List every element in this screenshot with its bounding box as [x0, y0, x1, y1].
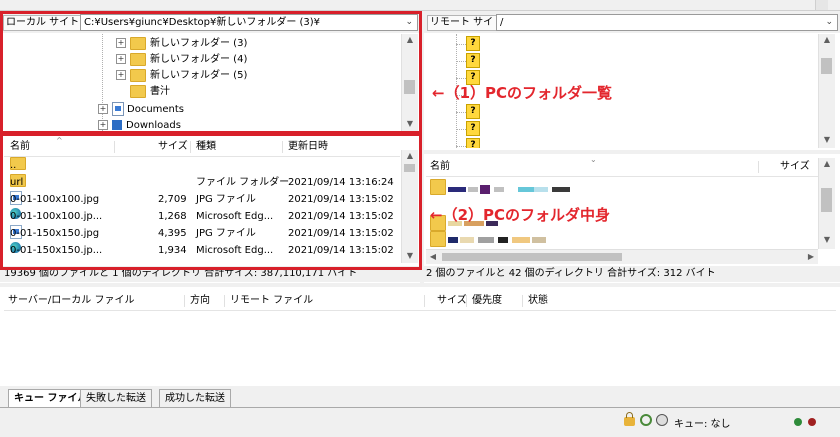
redacted-name: [468, 187, 478, 192]
scroll-down-icon[interactable]: ▼: [819, 134, 835, 146]
redacted-name: [552, 187, 570, 192]
redacted-name: [494, 187, 504, 192]
unknown-folder-icon: ?: [466, 53, 480, 68]
redacted-name: [498, 237, 508, 243]
tree-item-unknown[interactable]: ?: [466, 104, 480, 120]
redacted-name: [448, 237, 458, 243]
remote-list-scrollbar[interactable]: ▲ ▼: [818, 158, 835, 249]
remote-file-list-header: 名前 ⌄ サイズ: [426, 155, 818, 177]
queue-header: サーバー/ローカル ファイル 方向 リモート ファイル サイズ 優先度 状態: [4, 292, 836, 311]
column-size[interactable]: サイズ: [780, 158, 810, 176]
redacted-name: [478, 237, 494, 243]
chevron-down-icon[interactable]: ⌄: [825, 15, 833, 30]
message-log-scrollbar[interactable]: [815, 0, 828, 10]
transfer-queue[interactable]: サーバー/ローカル ファイル 方向 リモート ファイル サイズ 優先度 状態: [4, 290, 836, 386]
tree-item-unknown[interactable]: ?: [466, 53, 480, 69]
gear-icon[interactable]: [640, 414, 652, 426]
remote-splitter[interactable]: [424, 150, 840, 154]
scroll-thumb[interactable]: [821, 58, 832, 74]
column-status[interactable]: 状態: [528, 292, 548, 310]
speed-limit-icon[interactable]: [656, 414, 668, 426]
lock-icon: [624, 412, 635, 431]
remote-path-combo[interactable]: / ⌄: [496, 14, 838, 31]
list-item[interactable]: [428, 179, 808, 196]
folder-icon: [430, 231, 446, 247]
column-name[interactable]: 名前: [430, 158, 450, 176]
redacted-name: [534, 187, 548, 192]
remote-list-hscrollbar[interactable]: ◀ ▶: [426, 249, 818, 264]
scroll-up-icon[interactable]: ▲: [819, 158, 835, 170]
column-direction[interactable]: 方向: [190, 292, 210, 310]
sort-icon: ⌄: [590, 155, 597, 164]
redacted-name: [448, 187, 466, 192]
scroll-down-icon[interactable]: ▼: [819, 234, 835, 246]
tab-successful-transfers[interactable]: 成功した転送: [159, 389, 231, 408]
column-server-local[interactable]: サーバー/ローカル ファイル: [8, 292, 134, 310]
unknown-folder-icon: ?: [466, 121, 480, 136]
remote-path-text: /: [500, 17, 504, 28]
unknown-folder-icon: ?: [466, 138, 480, 148]
tree-item-unknown[interactable]: ?: [466, 121, 480, 137]
redacted-name: [460, 237, 474, 243]
redacted-name: [512, 237, 530, 243]
remote-site-bar: リモート サイト: / ⌄: [424, 11, 840, 33]
annotation-box-folder-contents: [0, 133, 422, 270]
column-priority[interactable]: 優先度: [472, 292, 502, 310]
annotation-box-folder-tree: [0, 11, 422, 134]
tree-item-unknown[interactable]: ?: [466, 36, 480, 52]
tab-failed-transfers[interactable]: 失敗した転送: [80, 389, 152, 408]
redacted-name: [480, 185, 490, 194]
column-size[interactable]: サイズ: [437, 292, 467, 310]
unknown-folder-icon: ?: [466, 36, 480, 51]
top-toolbar-edge: [0, 0, 840, 11]
status-light-green-icon: [794, 418, 802, 429]
remote-status-bar: 2 個のファイルと 42 個のディレクトリ 合計サイズ: 312 バイト: [424, 266, 840, 282]
scroll-up-icon[interactable]: ▲: [819, 34, 835, 46]
queue-splitter[interactable]: [0, 283, 840, 287]
tab-baseline: [0, 407, 840, 408]
scroll-thumb[interactable]: [442, 253, 622, 261]
column-remote-file[interactable]: リモート ファイル: [230, 292, 313, 310]
scroll-right-icon[interactable]: ▶: [804, 250, 818, 264]
tree-item-unknown[interactable]: ?: [466, 138, 480, 148]
queue-status: キュー: なし: [674, 419, 731, 430]
redacted-name: [518, 187, 534, 192]
redacted-name: [532, 237, 546, 243]
scroll-thumb[interactable]: [821, 188, 832, 212]
scroll-left-icon[interactable]: ◀: [426, 250, 440, 264]
annotation-label-folder-list: ←（1）PCのフォルダ一覧: [432, 84, 613, 102]
status-light-red-icon: [808, 418, 816, 429]
list-item[interactable]: [428, 231, 808, 248]
folder-icon: [430, 179, 446, 195]
unknown-folder-icon: ?: [466, 104, 480, 119]
remote-tree-scrollbar[interactable]: ▲ ▼: [818, 34, 835, 148]
annotation-label-folder-contents: ←（2）PCのフォルダ中身: [430, 206, 611, 224]
